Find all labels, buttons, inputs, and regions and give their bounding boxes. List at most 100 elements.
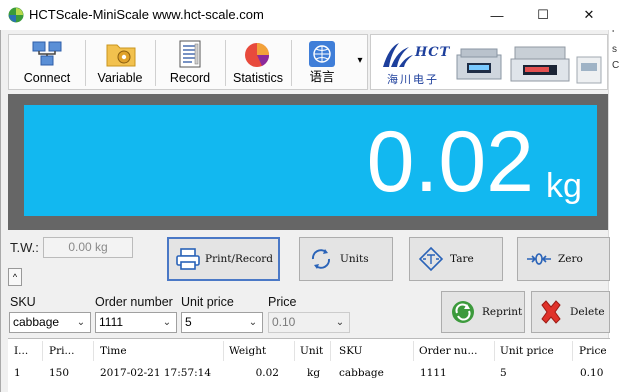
column-header-unit[interactable]: Unit bbox=[300, 345, 323, 357]
table-cell-sku: cabbage bbox=[339, 367, 384, 379]
unit-price-value: 5 bbox=[185, 315, 192, 329]
zero-arrows-icon bbox=[527, 253, 551, 265]
table-cell-unit-price: 5 bbox=[500, 367, 507, 379]
table-cell-weight: 0.02 bbox=[255, 367, 279, 379]
toolbar-separator bbox=[225, 40, 226, 86]
weight-unit: kg bbox=[546, 167, 582, 205]
collapse-button[interactable]: ^ bbox=[8, 268, 22, 286]
column-header-order-number[interactable]: Order nu... bbox=[419, 345, 477, 357]
table-cell-order-number: 1111 bbox=[420, 367, 447, 379]
column-header-print[interactable]: Pri... bbox=[49, 345, 74, 357]
zero-label: Zero bbox=[558, 253, 583, 265]
toolbar-label-connect: Connect bbox=[23, 71, 71, 85]
price-value: 0.10 bbox=[272, 315, 296, 329]
price-label: Price bbox=[268, 295, 297, 309]
printer-icon bbox=[176, 248, 200, 270]
brand-name-chinese: 海川电子 bbox=[387, 74, 439, 86]
toolbar-separator bbox=[155, 40, 156, 86]
folder-gear-icon bbox=[106, 44, 136, 67]
reprint-icon bbox=[452, 301, 474, 323]
title-bar: HCTScale-MiniScale www.hct-scale.com — ☐… bbox=[0, 0, 620, 30]
tare-weight-label: T.W.: bbox=[10, 240, 39, 255]
chevron-down-icon: ⌄ bbox=[248, 317, 258, 328]
app-logo-icon bbox=[8, 7, 24, 23]
reprint-button[interactable]: Reprint bbox=[441, 291, 525, 333]
sku-label: SKU bbox=[10, 295, 36, 309]
network-connect-icon bbox=[32, 41, 62, 66]
background-text: s bbox=[612, 44, 617, 55]
delete-button[interactable]: Delete bbox=[531, 291, 610, 333]
table-cell-print: 150 bbox=[49, 367, 70, 379]
column-header-unit-price[interactable]: Unit price bbox=[500, 345, 554, 357]
reprint-label: Reprint bbox=[482, 306, 523, 318]
column-header-sku[interactable]: SKU bbox=[339, 345, 363, 357]
order-number-label: Order number bbox=[95, 295, 173, 309]
sku-value: cabbage bbox=[13, 315, 60, 329]
window-title: HCTScale-MiniScale www.hct-scale.com bbox=[29, 7, 264, 22]
column-header-time[interactable]: Time bbox=[100, 345, 127, 357]
brand-name: HCT bbox=[415, 45, 451, 60]
print-record-label: Print/Record bbox=[205, 253, 274, 265]
tare-label: Tare bbox=[450, 253, 474, 265]
table-cell-id: 1 bbox=[14, 367, 21, 379]
order-number-select[interactable]: 1111 ⌄ bbox=[95, 312, 177, 333]
column-divider bbox=[330, 341, 331, 361]
tare-button[interactable]: Tare bbox=[409, 237, 503, 281]
document-list-icon bbox=[179, 40, 201, 68]
column-header-price[interactable]: Price bbox=[579, 345, 607, 357]
connect-button[interactable]: Connect bbox=[11, 35, 83, 89]
sku-select[interactable]: cabbage ⌄ bbox=[9, 312, 91, 333]
toolbar-label-record: Record bbox=[169, 71, 211, 85]
column-divider bbox=[93, 341, 94, 361]
column-header-id[interactable]: I... bbox=[14, 345, 28, 357]
scale-products-image bbox=[456, 46, 602, 84]
column-header-weight[interactable]: Weight bbox=[229, 345, 266, 357]
refresh-arrows-icon bbox=[311, 249, 331, 269]
chevron-down-icon: ⌄ bbox=[76, 317, 86, 328]
chevron-down-icon: ⌄ bbox=[335, 317, 345, 328]
tare-diamond-icon bbox=[418, 246, 444, 272]
unit-price-select[interactable]: 5 ⌄ bbox=[181, 312, 263, 333]
table-cell-price: 0.10 bbox=[580, 367, 604, 379]
price-select: 0.10 ⌄ bbox=[268, 312, 350, 333]
statistics-button[interactable]: Statistics bbox=[227, 35, 289, 89]
units-label: Units bbox=[340, 253, 369, 265]
toolbar-separator bbox=[291, 40, 292, 86]
chevron-down-icon: ⌄ bbox=[162, 317, 172, 328]
toolbar-overflow-button[interactable]: ▾ bbox=[354, 51, 366, 71]
pie-chart-icon bbox=[245, 43, 270, 67]
column-divider bbox=[572, 341, 573, 361]
language-button[interactable]: 语言 bbox=[293, 35, 351, 89]
close-button[interactable]: ✕ bbox=[566, 0, 612, 30]
column-divider bbox=[42, 341, 43, 361]
record-button[interactable]: Record bbox=[157, 35, 223, 89]
print-record-button[interactable]: Print/Record bbox=[167, 237, 280, 281]
background-window-edge: e r s C bbox=[608, 0, 620, 392]
column-divider bbox=[494, 341, 495, 361]
tare-weight-field: 0.00 kg bbox=[43, 237, 133, 258]
toolbar-label-variable: Variable bbox=[97, 71, 143, 85]
globe-language-icon bbox=[309, 41, 335, 67]
variable-button[interactable]: Variable bbox=[87, 35, 153, 89]
minimize-button[interactable]: — bbox=[474, 0, 520, 30]
brand-banner: HCT 海川电子 bbox=[370, 34, 608, 90]
column-divider bbox=[413, 341, 414, 361]
background-text: C bbox=[612, 60, 620, 71]
hct-logo-icon bbox=[383, 43, 413, 67]
toolbar-label-statistics: Statistics bbox=[232, 71, 283, 85]
weight-value: 0.02 bbox=[366, 114, 534, 210]
toolbar-separator bbox=[85, 40, 86, 86]
column-divider bbox=[294, 341, 295, 361]
unit-price-label: Unit price bbox=[181, 295, 234, 309]
delete-label: Delete bbox=[570, 306, 605, 318]
toolbar: Connect Variable Record Statistics 语言 ▾ bbox=[8, 34, 368, 90]
units-button[interactable]: Units bbox=[299, 237, 393, 281]
red-x-icon bbox=[541, 300, 561, 324]
maximize-button[interactable]: ☐ bbox=[520, 0, 566, 30]
table-cell-time: 2017-02-21 17:57:14 bbox=[100, 367, 212, 379]
records-table[interactable]: I... Pri... Time Weight Unit SKU Order n… bbox=[8, 338, 610, 392]
zero-button[interactable]: Zero bbox=[517, 237, 610, 281]
table-cell-unit: kg bbox=[307, 367, 321, 379]
column-divider bbox=[223, 341, 224, 361]
order-number-value: 1111 bbox=[99, 315, 124, 329]
